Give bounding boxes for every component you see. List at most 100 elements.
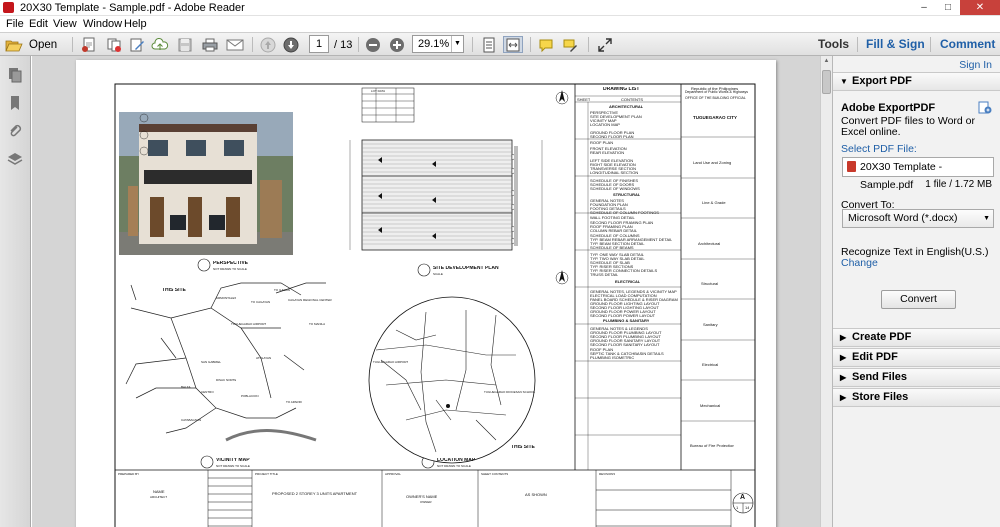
menu-view[interactable]: View [53,17,77,32]
page-thumbnails-button[interactable] [6,66,24,84]
minimize-button[interactable]: – [912,0,936,15]
window-controls: – □ ✕ [912,0,1000,15]
zoom-select[interactable]: 29.1% ▼ [412,35,464,53]
arch-item: REAR ELEVATION [590,150,625,155]
edit-pdf-label: Edit PDF [852,351,898,363]
edit-pdf-header[interactable]: ▶ Edit PDF [833,348,1000,367]
stamp-label: Bureau of Fire Protection [690,443,735,448]
triangle-right-icon: ▶ [840,333,847,342]
loc-label: TUGUEGARAO AIRPORT [373,360,409,364]
plumb-item: PLUMBING ISOMETRIC [590,355,635,360]
menu-help[interactable]: Help [124,17,147,32]
stamp-label: Land Use and Zoning [693,160,732,165]
zoom-in-button[interactable] [388,36,406,53]
print-button[interactable] [201,36,219,53]
attachments-button[interactable] [6,122,24,140]
tb-sheet-num: 1 [736,505,739,510]
caption-perspective: PERSPECTIVE [213,261,249,266]
sticky-note-button[interactable] [537,36,555,53]
maximize-button[interactable]: □ [936,0,960,15]
document-area[interactable]: DRAWING LIST SHEET CONTENTS ARCHITECTURA… [32,56,820,527]
caption-site-plan: SITE DEVELOPMENT PLAN [433,266,499,271]
pages-icon [9,68,22,83]
format-select[interactable]: Microsoft Word (*.docx) ▼ [842,209,994,228]
combine-icon [107,38,121,52]
export-pdf-header[interactable]: ▼ Export PDF [833,72,1000,91]
combine-button[interactable] [105,36,123,53]
zoom-out-icon [366,37,380,52]
highlight-button[interactable] [561,36,579,53]
map-label: CENTRO [201,390,214,394]
loc-label: TUGUEGARAO DIOCESAN SCHOOL [484,390,536,394]
next-page-button[interactable] [282,36,300,53]
save-button[interactable] [176,36,194,53]
fit-page-icon [483,37,495,52]
store-files-header[interactable]: ▶ Store Files [833,388,1000,407]
email-icon [226,39,244,50]
email-button[interactable] [226,36,244,53]
discipline-plumbing: PLUMBING & SANITARY [603,318,650,323]
tb-approval-label: APPROVAL [385,472,401,476]
map-label: ARMONTALES [216,296,237,300]
export-pdf-icon[interactable] [978,101,992,115]
fit-page-button[interactable] [480,36,498,53]
create-pdf-header[interactable]: ▶ Create PDF [833,328,1000,347]
pdf-file-icon [847,161,856,172]
previous-page-button[interactable] [259,36,277,53]
page-number-input[interactable]: 1 [309,35,329,53]
triangle-right-icon: ▶ [840,393,847,402]
fill-sign-button[interactable]: Fill & Sign [866,37,925,52]
arch-item: ROOF PLAN [590,140,614,145]
open-button[interactable]: Open [5,36,65,53]
drawing-list-header-contents: CONTENTS [621,97,643,102]
change-link[interactable]: Change [841,257,878,269]
comment-button[interactable]: Comment [940,37,995,52]
close-button[interactable]: ✕ [960,0,1000,15]
menu-edit[interactable]: Edit [29,17,48,32]
create-pdf-button[interactable] [80,36,98,53]
send-files-header[interactable]: ▶ Send Files [833,368,1000,387]
vertical-scrollbar[interactable]: ▲ [820,56,832,527]
convert-button[interactable]: Convert [881,290,956,309]
pdf-page[interactable]: DRAWING LIST SHEET CONTENTS ARCHITECTURA… [76,60,776,527]
pdf-file-field[interactable]: 20X30 Template - Sample.pdf [842,157,994,191]
caption-location-scale: NOT DRAWN TO SCALE [437,464,471,468]
title-bar: 20X30 Template - Sample.pdf - Adobe Read… [0,0,1000,16]
upload-button[interactable] [151,36,169,53]
tb-name: NAME [153,489,165,494]
arch-item: LOCATION MAP [590,122,620,127]
map-label: TO APARRI [286,400,302,404]
drawing-list-header-sheet: SHEET [577,97,591,102]
triangle-down-icon: ▼ [840,77,848,86]
scroll-up-icon[interactable]: ▲ [822,58,831,67]
caption-perspective-scale: NOT DRAWN TO SCALE [213,267,247,271]
stamp-label: Electrical [702,362,719,367]
navigation-pane [0,56,31,527]
tb-architect: ARCHITECT [150,495,168,499]
tb-prepared-label: PREPARED BY [118,472,140,476]
tools-button[interactable]: Tools [818,37,849,52]
highlight-icon [563,39,577,52]
select-file-label: Select PDF File: [841,143,917,155]
page-down-icon [283,37,299,52]
bookmarks-button[interactable] [6,94,24,112]
layers-button[interactable] [6,150,24,168]
tb-revisions: REVISIONS [599,472,616,476]
zoom-out-button[interactable] [364,36,382,53]
fit-width-button[interactable] [503,36,523,53]
map-label: SAN GABRIEL [201,360,222,364]
menu-window[interactable]: Window [83,17,122,32]
tb-owner-sub: OWNER [420,500,432,504]
expand-button[interactable] [596,36,614,53]
map-label: CAGAYAN REGIONAL CENTER [288,298,332,302]
bookmark-icon [11,96,19,110]
export-pdf-label: Export PDF [852,75,912,87]
menu-file[interactable]: File [6,17,24,32]
caption-location: LOCATION MAP [437,458,476,463]
tb-owner: OWNER'S NAME [406,494,438,499]
scroll-thumb[interactable] [822,70,831,94]
menu-bar: File Edit View Window Help [0,16,1000,33]
sticky-note-icon [539,39,553,52]
edit-button[interactable] [128,36,146,53]
sign-in-link[interactable]: Sign In [959,59,992,71]
